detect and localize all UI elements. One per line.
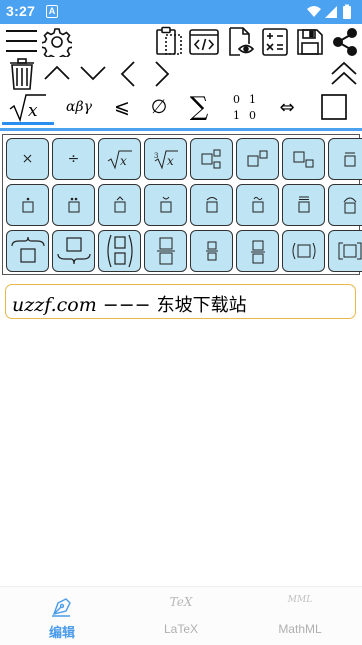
svg-text:0: 0: [233, 93, 240, 106]
editor-chinese-text: 东坡下载站: [156, 295, 247, 316]
key-overbrace[interactable]: [6, 230, 49, 272]
editor-math-text: uzzf.com: [12, 294, 97, 316]
key-parentheses[interactable]: [282, 230, 325, 272]
tab-sets[interactable]: ∅: [142, 89, 176, 125]
tab-box[interactable]: [316, 89, 352, 125]
chevron-right-icon[interactable]: [152, 60, 172, 88]
svg-text:x: x: [167, 154, 174, 168]
chevron-down-icon[interactable]: [79, 63, 107, 83]
svg-text:0: 0: [249, 109, 256, 122]
tabs-divider: [0, 128, 362, 131]
share-icon[interactable]: [331, 28, 359, 56]
key-sqrt[interactable]: x: [98, 138, 141, 180]
tex-icon: TeX: [169, 595, 193, 609]
clipboard-paste-icon[interactable]: [154, 26, 184, 56]
svg-text:x: x: [120, 154, 127, 168]
wifi-icon: [307, 6, 321, 17]
editor-content: uzzf.com −−− 东坡下载站: [12, 291, 247, 317]
editor-dashes: −−−: [102, 294, 151, 316]
status-bar: 3:27 A: [0, 0, 362, 24]
key-hat-accent[interactable]: [98, 184, 141, 226]
key-brackets[interactable]: [328, 230, 362, 272]
symbol-keypad: × ÷ x 3x: [2, 134, 362, 275]
key-binomial[interactable]: [98, 230, 141, 272]
notification-badge: A: [46, 5, 58, 18]
key-double-bar-accent[interactable]: [282, 184, 325, 226]
tab-arrows[interactable]: ⇔: [268, 89, 306, 125]
nav-editor-label: 编辑: [48, 625, 75, 640]
nav-latex-label: LaTeX: [163, 622, 199, 636]
key-arc-accent[interactable]: [190, 184, 233, 226]
formula-editor[interactable]: uzzf.com −−− 东坡下载站: [5, 284, 356, 319]
pen-nib-icon: [2, 595, 122, 617]
key-bar[interactable]: [328, 138, 362, 180]
tab-radicals[interactable]: x: [2, 89, 54, 125]
tab-relations[interactable]: ⩽: [104, 89, 140, 125]
key-cbrt[interactable]: 3x: [144, 138, 187, 180]
tab-operators[interactable]: ∑: [180, 89, 218, 125]
bottom-nav: 编辑 TeX LaTeX MML MathML: [0, 586, 362, 645]
key-tilde-accent[interactable]: [236, 184, 279, 226]
chevron-left-icon[interactable]: [118, 60, 138, 88]
tab-matrices[interactable]: 0110: [222, 89, 262, 125]
menu-icon[interactable]: [5, 28, 38, 54]
nav-latex[interactable]: TeX LaTeX: [121, 587, 241, 645]
key-ddot-accent[interactable]: [52, 184, 95, 226]
mml-icon: MML: [287, 595, 313, 605]
svg-text:x: x: [28, 101, 38, 121]
key-divide[interactable]: ÷: [52, 138, 95, 180]
key-subscript[interactable]: [282, 138, 325, 180]
key-underbrace[interactable]: [52, 230, 95, 272]
nav-mathml-label: MathML: [278, 622, 322, 636]
settings-icon[interactable]: [42, 27, 72, 57]
trash-icon[interactable]: [9, 58, 35, 90]
key-fraction[interactable]: [144, 230, 187, 272]
key-sub-superscript[interactable]: [190, 138, 233, 180]
nav-editor[interactable]: 编辑: [2, 587, 122, 645]
status-icons: [306, 4, 356, 20]
key-small-fraction[interactable]: [190, 230, 233, 272]
battery-icon: [343, 4, 351, 19]
calculator-notes-icon[interactable]: [262, 28, 288, 56]
signal-icon: [325, 6, 337, 18]
tab-greek[interactable]: αβγ: [58, 89, 100, 125]
code-icon[interactable]: [189, 29, 219, 55]
key-dot-accent[interactable]: [6, 184, 49, 226]
svg-text:1: 1: [233, 109, 240, 122]
nav-mathml[interactable]: MML MathML: [240, 587, 360, 645]
key-arch-accent[interactable]: [328, 184, 362, 226]
svg-text:1: 1: [249, 93, 256, 106]
preview-document-icon[interactable]: [227, 27, 255, 57]
key-text-fraction[interactable]: [236, 230, 279, 272]
key-superscript[interactable]: [236, 138, 279, 180]
key-times[interactable]: ×: [6, 138, 49, 180]
active-tab-indicator: [2, 122, 54, 125]
save-icon[interactable]: [296, 28, 324, 56]
chevron-up-icon[interactable]: [43, 63, 71, 83]
double-chevron-up-icon[interactable]: [330, 60, 358, 88]
key-breve-accent[interactable]: [144, 184, 187, 226]
status-time: 3:27: [6, 3, 36, 19]
